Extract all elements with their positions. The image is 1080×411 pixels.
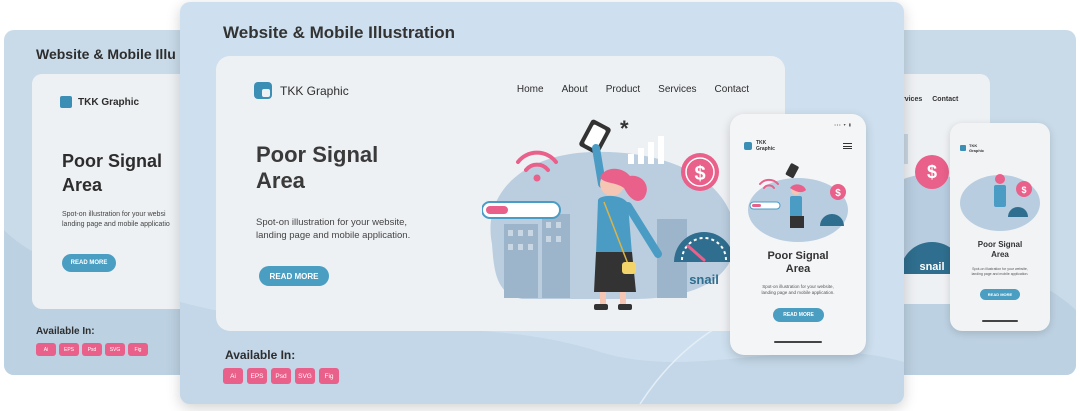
website-preview: TKK Graphic Home About Product Services …: [216, 56, 785, 331]
format-badge-psd: Psd: [271, 368, 291, 384]
nav-item-about[interactable]: About: [562, 84, 588, 95]
star-glyph: *: [620, 116, 629, 141]
format-badge-svg: SVG: [105, 343, 125, 356]
tkk-logo-icon: [254, 82, 272, 99]
card-title: Website & Mobile Illu: [36, 46, 176, 62]
format-badge-ai: Ai: [36, 343, 56, 356]
brand-logo[interactable]: TKK Graphic: [254, 82, 349, 99]
format-badge-ai: Ai: [223, 368, 243, 384]
brand-logo: TKK Graphic: [60, 96, 139, 108]
hero-title: Poor Signal Area: [256, 142, 456, 194]
nav-item-contact[interactable]: Contact: [932, 96, 958, 103]
hero-subtitle: Spot-on illustration for your website, l…: [256, 216, 456, 242]
nav-partial: rvices Contact: [902, 96, 958, 103]
available-in-label: Available In:: [225, 348, 296, 362]
nav-item-services[interactable]: Services: [658, 84, 696, 95]
tkk-logo-icon: [744, 142, 752, 150]
preview-card-right: $ snail rvices Contact TKK Graphic $ Poor…: [880, 30, 1076, 375]
format-badge-fig: Fig: [128, 343, 148, 356]
mobile-hero-subtitle: Spot-on illustration for your website, l…: [761, 284, 835, 295]
nav-item-contact[interactable]: Contact: [715, 84, 749, 95]
tkk-logo-icon: [960, 145, 966, 151]
brand-logo[interactable]: TKK Graphic: [744, 140, 782, 152]
home-indicator: [982, 320, 1018, 322]
mobile-read-more-button[interactable]: READ MORE: [980, 289, 1020, 300]
format-badges: Ai EPS Psd SVG Fig: [36, 343, 148, 356]
format-badge-fig: Fig: [319, 368, 339, 384]
format-badges: Ai EPS Psd SVG Fig: [223, 368, 339, 384]
preview-card-main: Website & Mobile Illustration TKK Graphi…: [180, 2, 904, 404]
available-in-label: Available In:: [36, 326, 95, 337]
svg-text:$: $: [694, 163, 705, 185]
mobile-hero-title: Poor Signal Area: [767, 250, 829, 275]
main-nav: Home About Product Services Contact: [517, 84, 749, 95]
hero-title-line2: Area: [256, 168, 305, 193]
mobile-preview: ••• ▾ ▮ TKK Graphic $ Poor Signal Area S…: [730, 114, 866, 355]
mobile-hero-subtitle: Spot-on illustration for your website, l…: [971, 267, 1029, 276]
format-badge-eps: EPS: [247, 368, 267, 384]
nav-item-product[interactable]: Product: [606, 84, 640, 95]
mobile-illustration: $: [960, 174, 1040, 231]
hero-title-line1: Poor Signal: [256, 142, 379, 167]
svg-text:$: $: [1021, 185, 1026, 195]
brand-name: TKK Graphic: [280, 83, 349, 98]
home-indicator: [774, 341, 822, 343]
brand-name: TKK Graphic: [78, 96, 140, 108]
brand-name: TKK Graphic: [756, 140, 775, 152]
nav-item-services[interactable]: rvices: [902, 96, 922, 103]
mobile-illustration: $: [748, 163, 848, 242]
snail-label: snail: [689, 272, 719, 287]
hero-subtitle-line1: Spot-on illustration for your website,: [256, 217, 408, 228]
brand-logo: TKK Graphic: [960, 143, 991, 153]
format-badge-eps: EPS: [59, 343, 79, 356]
read-more-button[interactable]: READ MORE: [62, 254, 116, 272]
hamburger-icon[interactable]: [843, 143, 852, 149]
brand-name: TKK Graphic: [969, 143, 985, 153]
read-more-button[interactable]: READ MORE: [259, 266, 329, 286]
mobile-preview-small: TKK Graphic $ Poor Signal Area Spot-on il…: [950, 123, 1050, 331]
status-bar: ••• ▾ ▮: [834, 122, 852, 127]
poor-signal-illustration: * $ snail: [482, 116, 736, 310]
svg-text:$: $: [835, 188, 841, 199]
format-badge-svg: SVG: [295, 368, 315, 384]
mobile-read-more-button[interactable]: READ MORE: [773, 308, 824, 322]
tkk-logo-icon: [60, 96, 72, 108]
card-title: Website & Mobile Illustration: [223, 23, 456, 42]
nav-item-home[interactable]: Home: [517, 84, 544, 95]
svg-text:$: $: [927, 162, 937, 182]
format-badge-psd: Psd: [82, 343, 102, 356]
mobile-hero-title: Poor Signal Area: [977, 240, 1023, 259]
snail-label: snail: [919, 261, 944, 273]
hero-subtitle-line2: landing page and mobile application.: [256, 230, 411, 241]
